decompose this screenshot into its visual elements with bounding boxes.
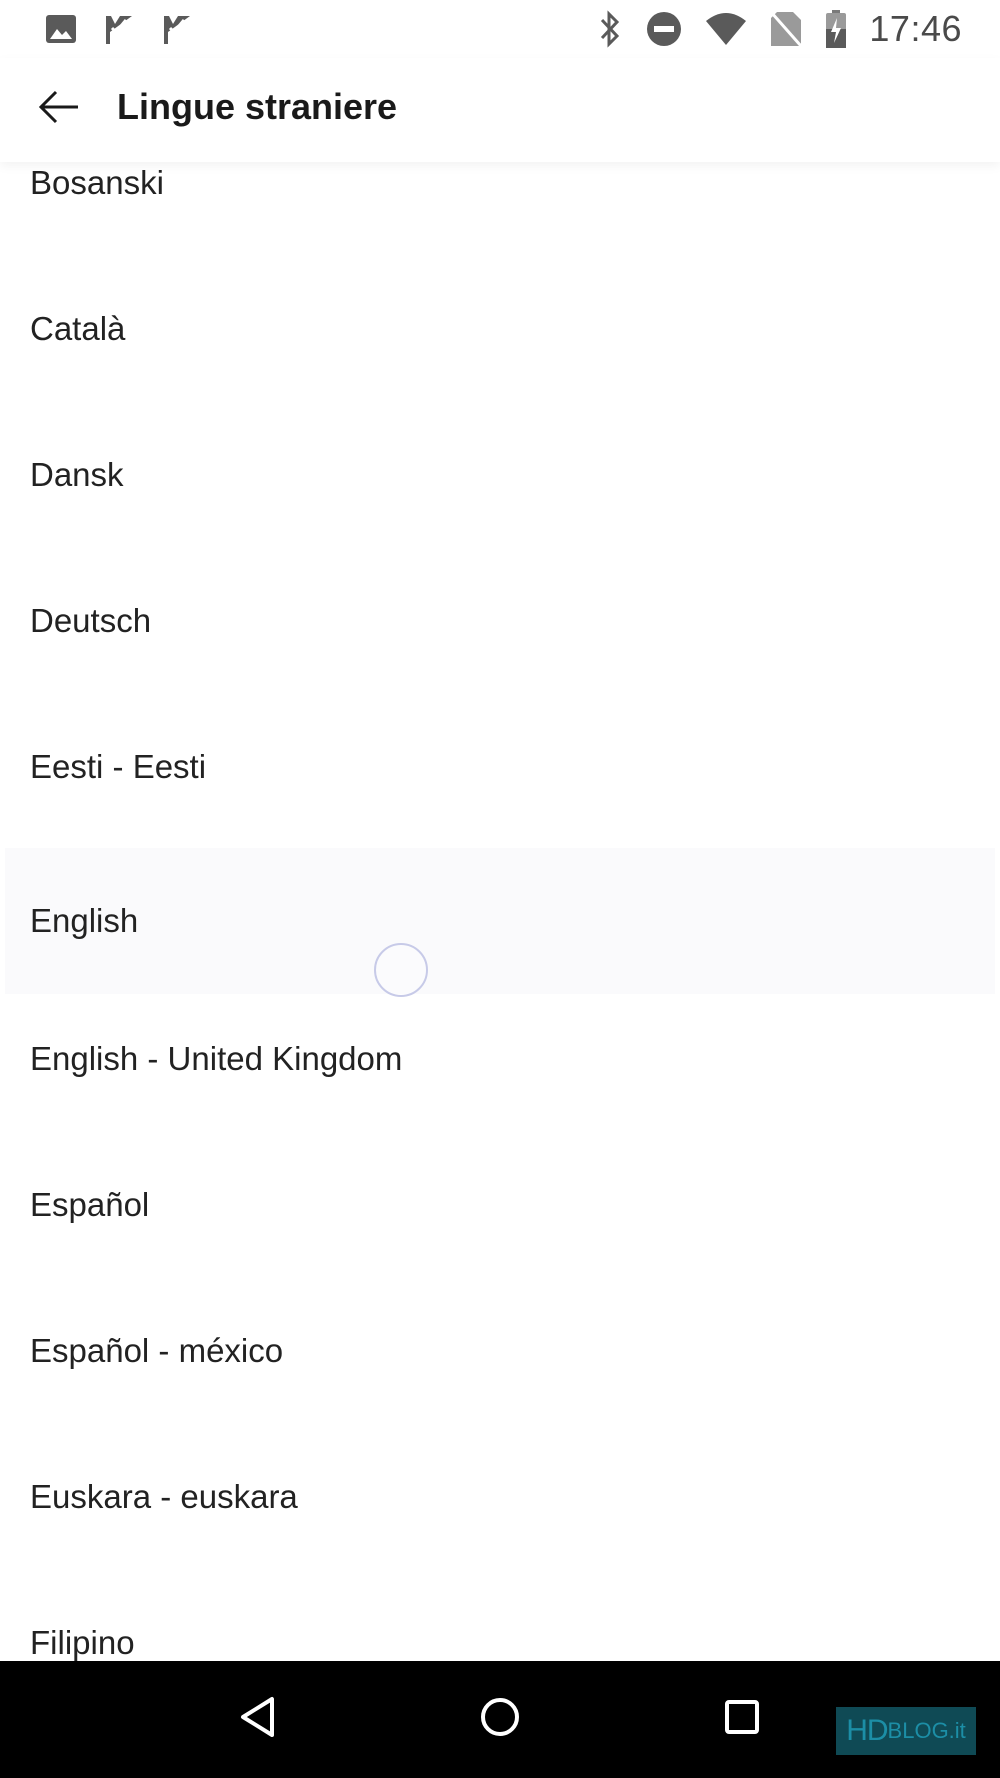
language-list[interactable]: Bosanski Català Dansk Deutsch Eesti - Ee… xyxy=(0,162,1000,1661)
back-button[interactable] xyxy=(30,80,88,138)
status-bar: 17:46 xyxy=(0,0,1000,58)
do-not-disturb-icon xyxy=(645,10,683,48)
list-item-label: Eesti - Eesti xyxy=(30,748,207,785)
list-item-label: Bosanski xyxy=(30,164,164,201)
status-time: 17:46 xyxy=(869,8,962,49)
list-item-label: Español xyxy=(30,1186,150,1223)
bluetooth-icon xyxy=(597,9,623,49)
nav-home-button[interactable] xyxy=(468,1687,532,1751)
arrow-left-icon xyxy=(38,89,80,129)
list-item-espanol[interactable]: Español xyxy=(5,1132,995,1278)
check-flag-icon xyxy=(102,12,136,46)
watermark-blog: BLOG.it xyxy=(887,1718,966,1743)
list-item-label: Deutsch xyxy=(30,602,152,639)
list-item-bosanski[interactable]: Bosanski xyxy=(5,162,995,256)
list-item-label: Euskara - euskara xyxy=(30,1478,298,1515)
list-item-euskara[interactable]: Euskara - euskara xyxy=(5,1424,995,1570)
list-item-label: Català xyxy=(30,310,126,347)
list-item-english-uk[interactable]: English - United Kingdom xyxy=(5,986,995,1132)
recents-square-icon xyxy=(722,1697,762,1741)
wifi-icon xyxy=(705,11,747,47)
list-item-eesti[interactable]: Eesti - Eesti xyxy=(5,694,995,840)
list-item-label: Español - méxico xyxy=(30,1332,284,1369)
nav-back-button[interactable] xyxy=(226,1687,290,1751)
battery-charging-icon xyxy=(825,9,847,49)
touch-ripple xyxy=(374,943,428,997)
list-item-espanol-mexico[interactable]: Español - méxico xyxy=(5,1278,995,1424)
status-right-icons: 17:46 xyxy=(597,8,962,50)
image-icon xyxy=(44,12,78,46)
home-circle-icon xyxy=(478,1695,522,1743)
list-item-dansk[interactable]: Dansk xyxy=(5,402,995,548)
hdblog-watermark: HD BLOG.it xyxy=(836,1707,976,1755)
list-item-filipino[interactable]: Filipino xyxy=(5,1570,995,1661)
list-item-label: English - United Kingdom xyxy=(30,1040,403,1077)
app-bar: Lingue straniere xyxy=(0,58,1000,162)
check-flag-icon xyxy=(160,12,194,46)
watermark-hd: HD xyxy=(846,1714,888,1747)
list-item-label: English xyxy=(30,902,139,939)
list-item-label: Dansk xyxy=(30,456,124,493)
list-item-english[interactable]: English xyxy=(5,848,995,994)
back-triangle-icon xyxy=(238,1695,278,1743)
no-sim-icon xyxy=(769,10,803,48)
status-left-icons xyxy=(44,12,194,46)
page-title: Lingue straniere xyxy=(117,86,398,127)
list-item-catala[interactable]: Català xyxy=(5,256,995,402)
nav-recents-button[interactable] xyxy=(710,1687,774,1751)
list-item-deutsch[interactable]: Deutsch xyxy=(5,548,995,694)
list-item-label: Filipino xyxy=(30,1624,135,1661)
